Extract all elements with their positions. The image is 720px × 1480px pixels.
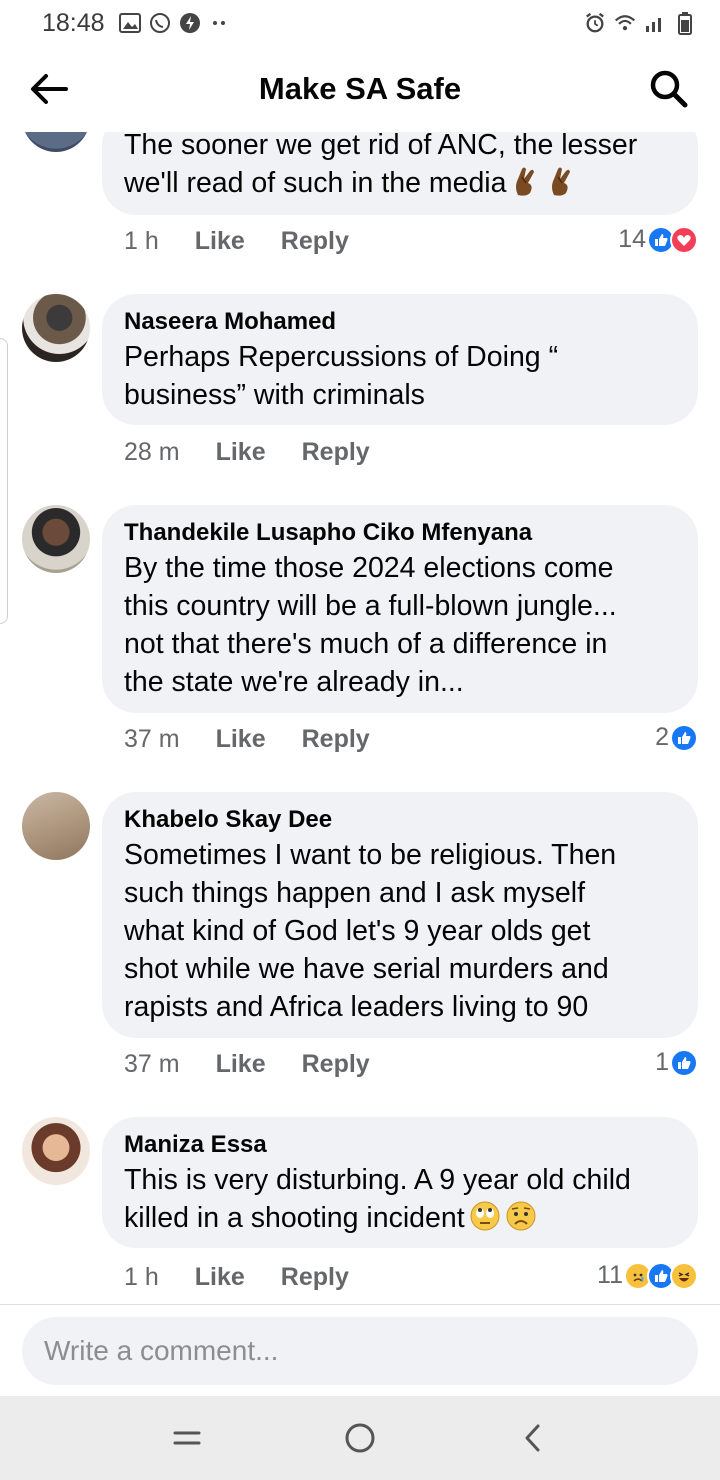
comment-meta: 1 h Like Reply [124,1263,385,1292]
comment-bubble[interactable]: Thandekile Lusapho Ciko Mfenyana By the … [102,505,698,713]
crossed-fingers-emoji [546,165,578,197]
reply-button[interactable]: Reply [302,725,370,754]
app-header: Make SA Safe [0,46,720,132]
page-title: Make SA Safe [258,71,462,106]
reaction-count: 2 [655,723,669,751]
eye-roll-emoji [469,1200,501,1232]
like-reaction-icon [670,1048,698,1077]
battery-icon [674,12,696,35]
wifi-icon [614,12,636,34]
comment-meta: 1 h Like Reply [124,227,385,256]
whatsapp-icon [149,12,171,34]
comment-meta: 37 m Like Reply [124,1050,406,1079]
reaction-count: 14 [618,225,646,253]
avatar[interactable] [22,505,90,573]
comment-bubble[interactable]: Khabelo Skay Dee Sometimes I want to be … [102,792,698,1038]
reply-button[interactable]: Reply [281,227,349,256]
comment-bubble[interactable]: Naseera Mohamed Perhaps Repercussions of… [102,294,698,425]
comments-feed[interactable]: The sooner we get rid of ANC, the lesser… [0,132,720,1304]
home-icon[interactable] [340,1418,380,1458]
comment-text: The sooner we get rid of ANC, the lesser… [124,132,638,199]
signal-icon [644,12,666,34]
haha-reaction-icon [670,1261,698,1290]
love-reaction-icon [670,225,698,254]
comment-bubble[interactable]: Maniza Essa This is very disturbing. A 9… [102,1117,698,1248]
comment-meta: 37 m Like Reply [124,725,406,754]
comment-meta: 28 m Like Reply [124,438,406,467]
comment-time: 1 h [124,1263,159,1291]
reaction-summary[interactable]: 1 [655,1048,698,1077]
alarm-icon [584,12,606,34]
comment-author[interactable]: Khabelo Skay Dee [124,804,678,836]
crossed-fingers-emoji [510,165,542,197]
sad-face-emoji [505,1200,537,1232]
comment-text: By the time those 2024 elections come th… [124,552,617,698]
status-time: 18:48 [42,8,105,37]
comment-time: 37 m [124,1050,180,1078]
comment-time: 37 m [124,725,180,753]
comment-text: Perhaps Repercussions of Doing “ busines… [124,341,559,411]
reaction-summary[interactable]: 2 [655,723,698,752]
comment-time: 1 h [124,227,159,255]
gallery-icon [118,12,141,34]
reaction-summary[interactable]: 14 [618,225,698,254]
reply-button[interactable]: Reply [302,1050,370,1079]
comment-author[interactable]: Naseera Mohamed [124,306,678,338]
more-notifications-icon [209,12,231,34]
like-button[interactable]: Like [216,438,266,467]
avatar[interactable] [22,294,90,362]
comment-input[interactable]: Write a comment... [22,1317,698,1385]
reaction-summary[interactable]: 11 [597,1261,698,1290]
comment-text: This is very disturbing. A 9 year old ch… [124,1164,631,1234]
back-arrow-icon[interactable] [26,66,72,112]
like-button[interactable]: Like [216,725,266,754]
comment-author[interactable]: Maniza Essa [124,1129,678,1161]
like-button[interactable]: Like [195,227,245,256]
recent-apps-icon[interactable] [167,1418,207,1458]
system-nav-bar [0,1396,720,1480]
reaction-count: 1 [655,1048,669,1076]
status-bar: 18:48 [0,0,720,46]
comment-text: Sometimes I want to be religious. Then s… [124,839,617,1023]
reply-button[interactable]: Reply [302,438,370,467]
like-button[interactable]: Like [216,1050,266,1079]
composer-area: Write a comment... [0,1304,720,1396]
reaction-count: 11 [597,1261,623,1289]
avatar[interactable] [22,132,90,152]
search-icon[interactable] [646,66,692,112]
like-button[interactable]: Like [195,1263,245,1292]
comment-bubble[interactable]: The sooner we get rid of ANC, the lesser… [102,132,698,215]
avatar[interactable] [22,792,90,860]
comment-time: 28 m [124,438,180,466]
comment-input-placeholder: Write a comment... [44,1335,279,1366]
scroll-edge-indicator [0,338,8,624]
messenger-icon [179,12,201,34]
comment-author[interactable]: Thandekile Lusapho Ciko Mfenyana [124,517,678,549]
like-reaction-icon [670,723,698,752]
system-back-icon[interactable] [513,1418,553,1458]
avatar[interactable] [22,1117,90,1185]
reply-button[interactable]: Reply [281,1263,349,1292]
